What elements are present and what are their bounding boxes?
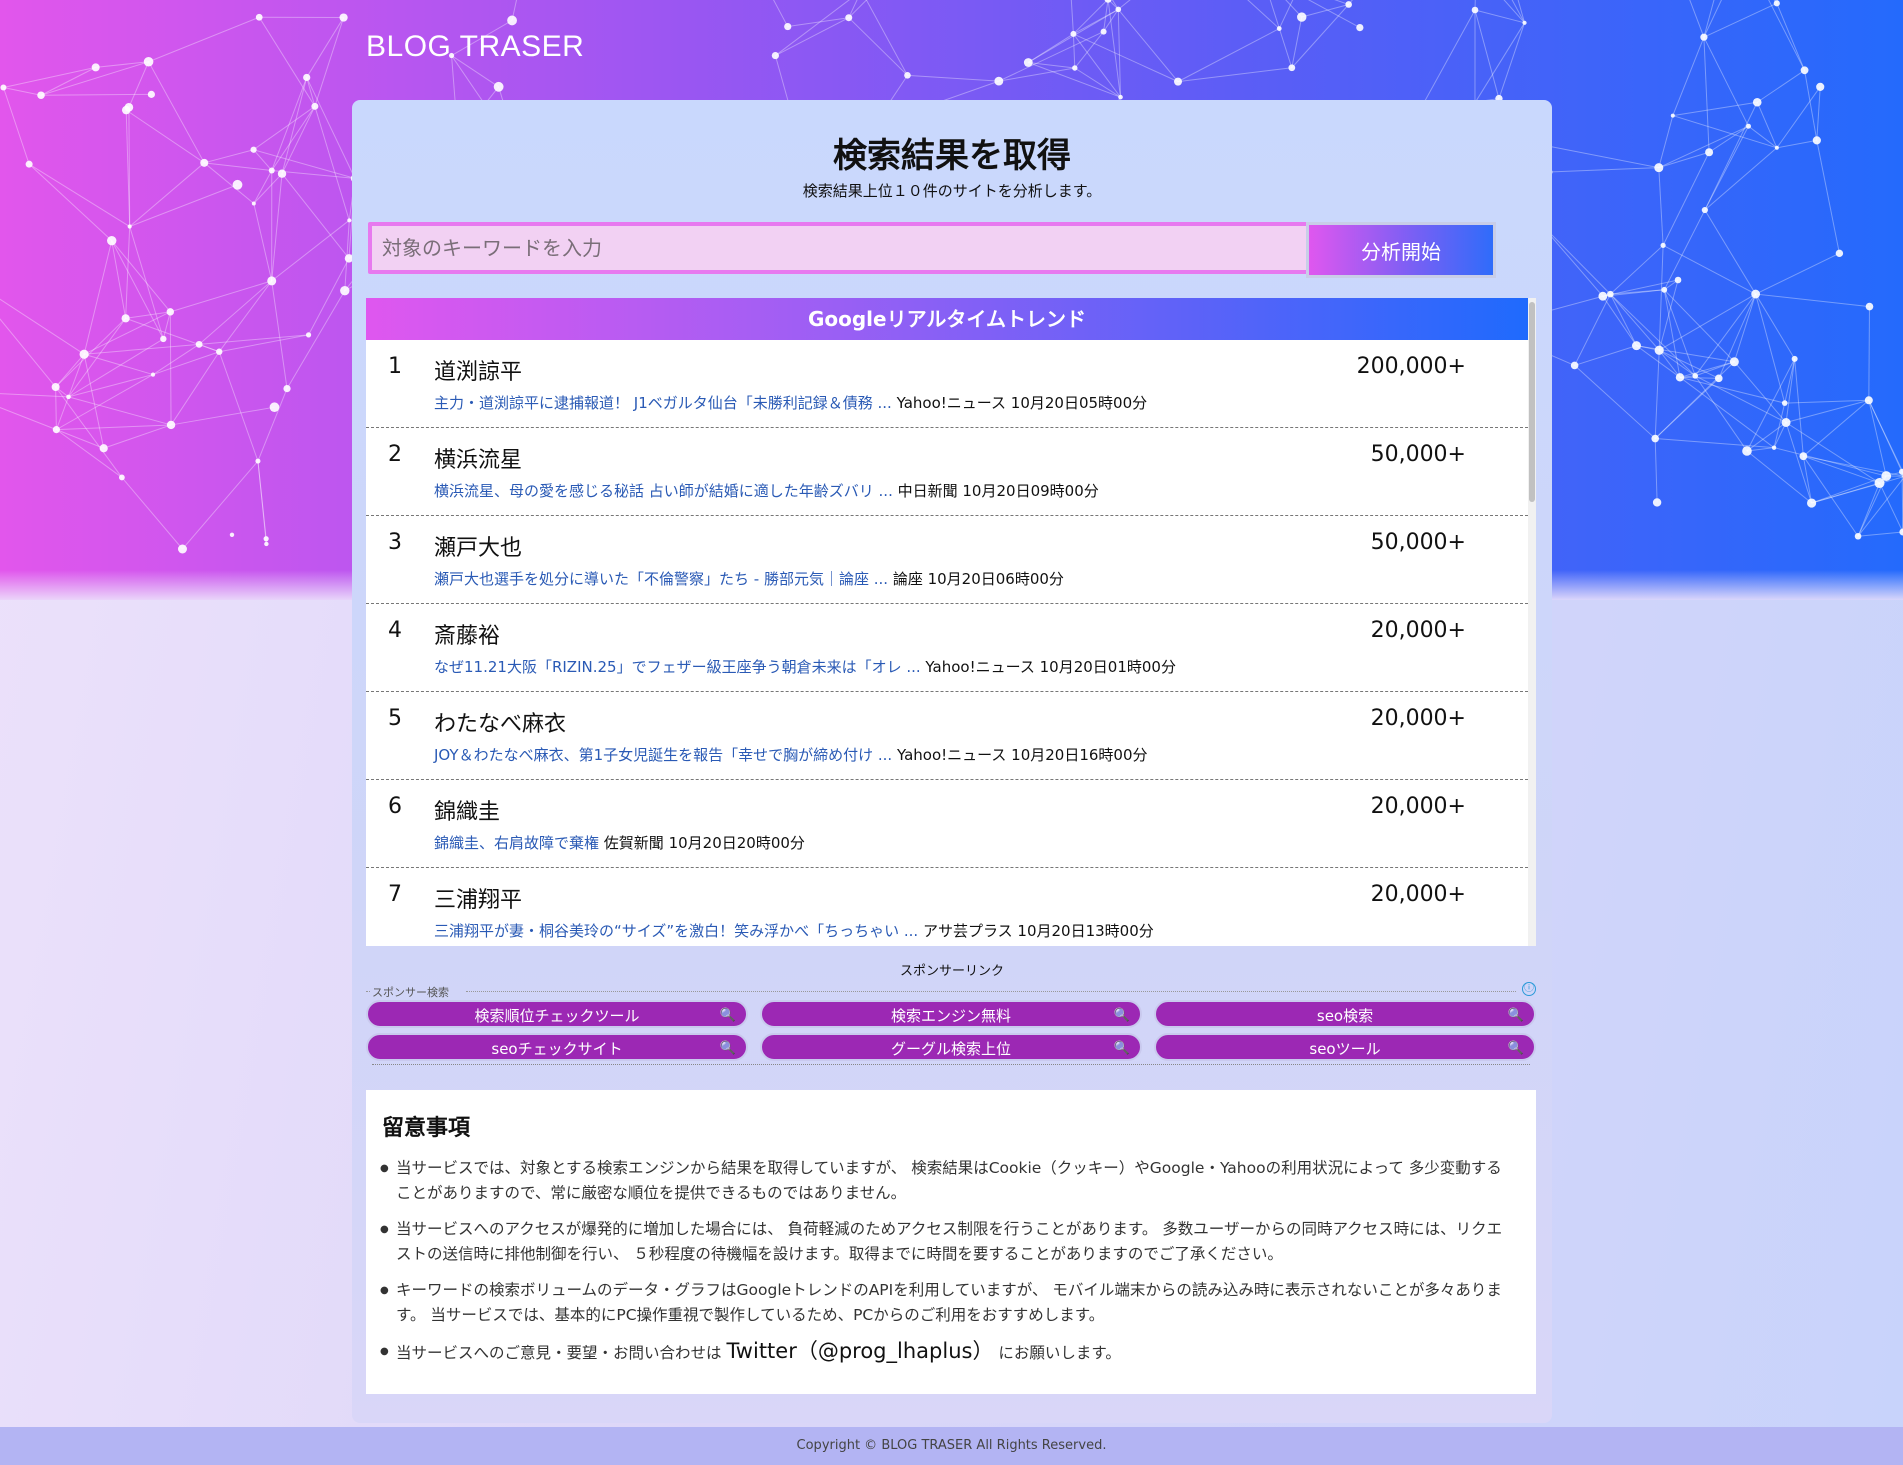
sponsor-search-label: スポンサー検索 — [372, 986, 449, 999]
divider — [466, 991, 1516, 992]
sponsor-label: スポンサーリンク — [899, 964, 1004, 979]
trend-search-count: 200,000+ — [1356, 354, 1466, 379]
trend-article: JOY＆わたなべ麻衣、第1子女児誕生を報告「幸せで胸が締め付け ... Yaho… — [434, 744, 1148, 765]
trend-article-source: Yahoo!ニュース 10月20日05時00分 — [896, 394, 1148, 412]
contact-prefix: 当サービスへのご意見・要望・お問い合わせは — [396, 1344, 722, 1362]
trend-search-count: 20,000+ — [1370, 794, 1466, 819]
sponsor-search-label: 検索順位チェックツール — [474, 1007, 640, 1025]
trend-rank: 3 — [388, 530, 402, 555]
sponsor-search-button[interactable]: 検索順位チェックツール 🔍 — [366, 1000, 748, 1028]
sponsor-search-button[interactable]: seoツール 🔍 — [1154, 1033, 1536, 1061]
trend-keyword[interactable]: 瀬戸大也 — [434, 530, 522, 562]
trend-item[interactable]: 3 瀬戸大也 50,000+ 瀬戸大也選手を処分に導いた「不倫警察」たち - 勝部元気… — [366, 516, 1528, 604]
trend-rank: 6 — [388, 794, 402, 819]
trend-article: 錦織圭、右肩故障で棄権 佐賀新聞 10月20日20時00分 — [434, 832, 805, 853]
trend-article: 瀬戸大也選手を処分に導いた「不倫警察」たち - 勝部元気｜論座 ... 論座 1… — [434, 568, 1064, 589]
trend-article: 横浜流星、母の愛を感じる秘話 占い師が結婚に適した年齢ズバリ ... 中日新聞 … — [434, 480, 1099, 501]
trend-keyword[interactable]: 横浜流星 — [434, 442, 522, 474]
trend-article-link[interactable]: 主力・道渕諒平に逮捕報道！ J1ベガルタ仙台「未勝利記録＆債務 ... — [434, 394, 892, 412]
trend-article-source: 佐賀新聞 10月20日20時00分 — [603, 834, 805, 852]
trend-article-link[interactable]: JOY＆わたなべ麻衣、第1子女児誕生を報告「幸せで胸が締め付け ... — [434, 746, 892, 764]
divider — [366, 991, 370, 992]
sponsor-search-label: 検索エンジン無料 — [890, 1007, 1011, 1025]
keyword-input[interactable] — [368, 222, 1318, 274]
trend-article-link[interactable]: 横浜流星、母の愛を感じる秘話 占い師が結婚に適した年齢ズバリ ... — [434, 482, 893, 500]
sponsor-search-button[interactable]: seoチェックサイト 🔍 — [366, 1033, 748, 1061]
trend-rank: 7 — [388, 882, 402, 907]
note-item: 当サービスでは、対象とする検索エンジンから結果を取得していますが、 検索結果はC… — [380, 1156, 1514, 1206]
trend-item[interactable]: 5 わたなべ麻衣 20,000+ JOY＆わたなべ麻衣、第1子女児誕生を報告「幸せで胸… — [366, 692, 1528, 780]
trend-item[interactable]: 2 横浜流星 50,000+ 横浜流星、母の愛を感じる秘話 占い師が結婚に適した年齢ズ… — [366, 428, 1528, 516]
site-logo[interactable]: BLOG TRASER — [366, 30, 584, 64]
search-icon: 🔍 — [1507, 1041, 1524, 1056]
notes-list: 当サービスでは、対象とする検索エンジンから結果を取得していますが、 検索結果はC… — [380, 1156, 1514, 1377]
ad-info-icon[interactable]: ⓘ — [1522, 982, 1536, 996]
search-icon: 🔍 — [719, 1041, 736, 1056]
sponsor-search-label: グーグル検索上位 — [890, 1040, 1011, 1058]
trend-search-count: 20,000+ — [1370, 618, 1466, 643]
trend-search-count: 50,000+ — [1370, 442, 1466, 467]
notes-title: 留意事項 — [382, 1116, 471, 1141]
note-item: 当サービスへのアクセスが爆発的に増加した場合には、 負荷軽減のためアクセス制限を… — [380, 1217, 1514, 1267]
trend-keyword[interactable]: 三浦翔平 — [434, 882, 522, 914]
trend-article-source: Yahoo!ニュース 10月20日01時00分 — [925, 658, 1176, 676]
trend-article-link[interactable]: 瀬戸大也選手を処分に導いた「不倫警察」たち - 勝部元気｜論座 ... — [434, 570, 888, 588]
contact-suffix: にお願いします。 — [998, 1344, 1121, 1362]
twitter-link[interactable]: Twitter（@prog_lhaplus） — [726, 1339, 993, 1363]
sponsor-search-label: seo検索 — [1316, 1007, 1374, 1025]
trend-item[interactable]: 1 道渕諒平 200,000+ 主力・道渕諒平に逮捕報道！ J1ベガルタ仙台「未勝利記… — [366, 340, 1528, 428]
trend-keyword[interactable]: わたなべ麻衣 — [434, 706, 566, 738]
page-subtitle: 検索結果上位１０件のサイトを分析します。 — [802, 182, 1102, 200]
trend-article: なぜ11.21大阪「RIZIN.25」でフェザー級王座争う朝倉未来は「オレ ..… — [434, 656, 1176, 677]
trend-article-source: Yahoo!ニュース 10月20日16時00分 — [896, 746, 1148, 764]
trend-article-source: 論座 10月20日06時00分 — [892, 570, 1064, 588]
trend-search-count: 50,000+ — [1370, 530, 1466, 555]
footer-copyright: Copyright © BLOG TRASER All Rights Reser… — [0, 1427, 1903, 1465]
sponsor-search-button[interactable]: 検索エンジン無料 🔍 — [760, 1000, 1142, 1028]
trend-article-link[interactable]: 錦織圭、右肩故障で棄権 — [434, 834, 599, 852]
sponsor-search-button[interactable]: グーグル検索上位 🔍 — [760, 1033, 1142, 1061]
sponsor-search-block: スポンサー検索 ⓘ 検索順位チェックツール 🔍 検索エンジン無料 🔍 seo検索 🔍 seo… — [366, 978, 1536, 1066]
trend-item[interactable]: 7 三浦翔平 20,000+ 三浦翔平が妻・桐谷美玲の“サイズ”を激白！笑み浮かべ「ち… — [366, 868, 1528, 946]
trend-rank: 4 — [388, 618, 402, 643]
trend-rank: 1 — [388, 354, 402, 379]
trend-item[interactable]: 4 斎藤裕 20,000+ なぜ11.21大阪「RIZIN.25」でフェザー級王座争う… — [366, 604, 1528, 692]
trend-search-count: 20,000+ — [1370, 882, 1466, 907]
main-panel: 検索結果を取得 検索結果上位１０件のサイトを分析します。 分析開始 Google… — [352, 100, 1552, 1423]
sponsor-search-label: seoチェックサイト — [491, 1040, 623, 1058]
trend-article-source: 中日新聞 10月20日09時00分 — [897, 482, 1099, 500]
trend-rank: 2 — [388, 442, 402, 467]
search-icon: 🔍 — [1507, 1008, 1524, 1023]
trend-article: 三浦翔平が妻・桐谷美玲の“サイズ”を激白！笑み浮かべ「ちっちゃい ... アサ芸… — [434, 920, 1154, 941]
trend-article-link[interactable]: なぜ11.21大阪「RIZIN.25」でフェザー級王座争う朝倉未来は「オレ ..… — [434, 658, 921, 676]
trend-keyword[interactable]: 錦織圭 — [434, 794, 500, 826]
trend-scroll-thumb[interactable] — [1529, 302, 1535, 502]
trend-article-link[interactable]: 三浦翔平が妻・桐谷美玲の“サイズ”を激白！笑み浮かべ「ちっちゃい ... — [434, 922, 918, 940]
sponsor-search-button[interactable]: seo検索 🔍 — [1154, 1000, 1536, 1028]
trend-keyword[interactable]: 道渕諒平 — [434, 354, 522, 386]
sponsor-search-label: seoツール — [1309, 1040, 1381, 1058]
trend-article: 主力・道渕諒平に逮捕報道！ J1ベガルタ仙台「未勝利記録＆債務 ... Yaho… — [434, 392, 1147, 413]
trend-keyword[interactable]: 斎藤裕 — [434, 618, 500, 650]
trend-scrollbar[interactable] — [1528, 298, 1536, 946]
search-icon: 🔍 — [1113, 1008, 1130, 1023]
note-item: キーワードの検索ボリュームのデータ・グラフはGoogleトレンドのAPIを利用し… — [380, 1278, 1514, 1328]
search-icon: 🔍 — [719, 1008, 736, 1023]
trend-article-source: アサ芸プラス 10月20日13時00分 — [922, 922, 1154, 940]
trend-search-count: 20,000+ — [1370, 706, 1466, 731]
note-item-contact: 当サービスへのご意見・要望・お問い合わせは Twitter（@prog_lhap… — [380, 1339, 1514, 1366]
page-title: 検索結果を取得 — [833, 136, 1071, 176]
trend-item[interactable]: 6 錦織圭 20,000+ 錦織圭、右肩故障で棄権 佐賀新聞 10月20日20時00分 — [366, 780, 1528, 868]
trend-list: 1 道渕諒平 200,000+ 主力・道渕諒平に逮捕報道！ J1ベガルタ仙台「未勝利記… — [366, 340, 1528, 946]
trend-header: Googleリアルタイムトレンド — [366, 298, 1528, 340]
analyze-button[interactable]: 分析開始 — [1306, 222, 1496, 278]
divider — [372, 1064, 1530, 1065]
trend-rank: 5 — [388, 706, 402, 731]
trend-panel: Googleリアルタイムトレンド 1 道渕諒平 200,000+ 主力・道渕諒平に逮捕… — [366, 298, 1536, 946]
search-icon: 🔍 — [1113, 1041, 1130, 1056]
notes-section: 留意事項 当サービスでは、対象とする検索エンジンから結果を取得していますが、 検… — [366, 1090, 1536, 1394]
